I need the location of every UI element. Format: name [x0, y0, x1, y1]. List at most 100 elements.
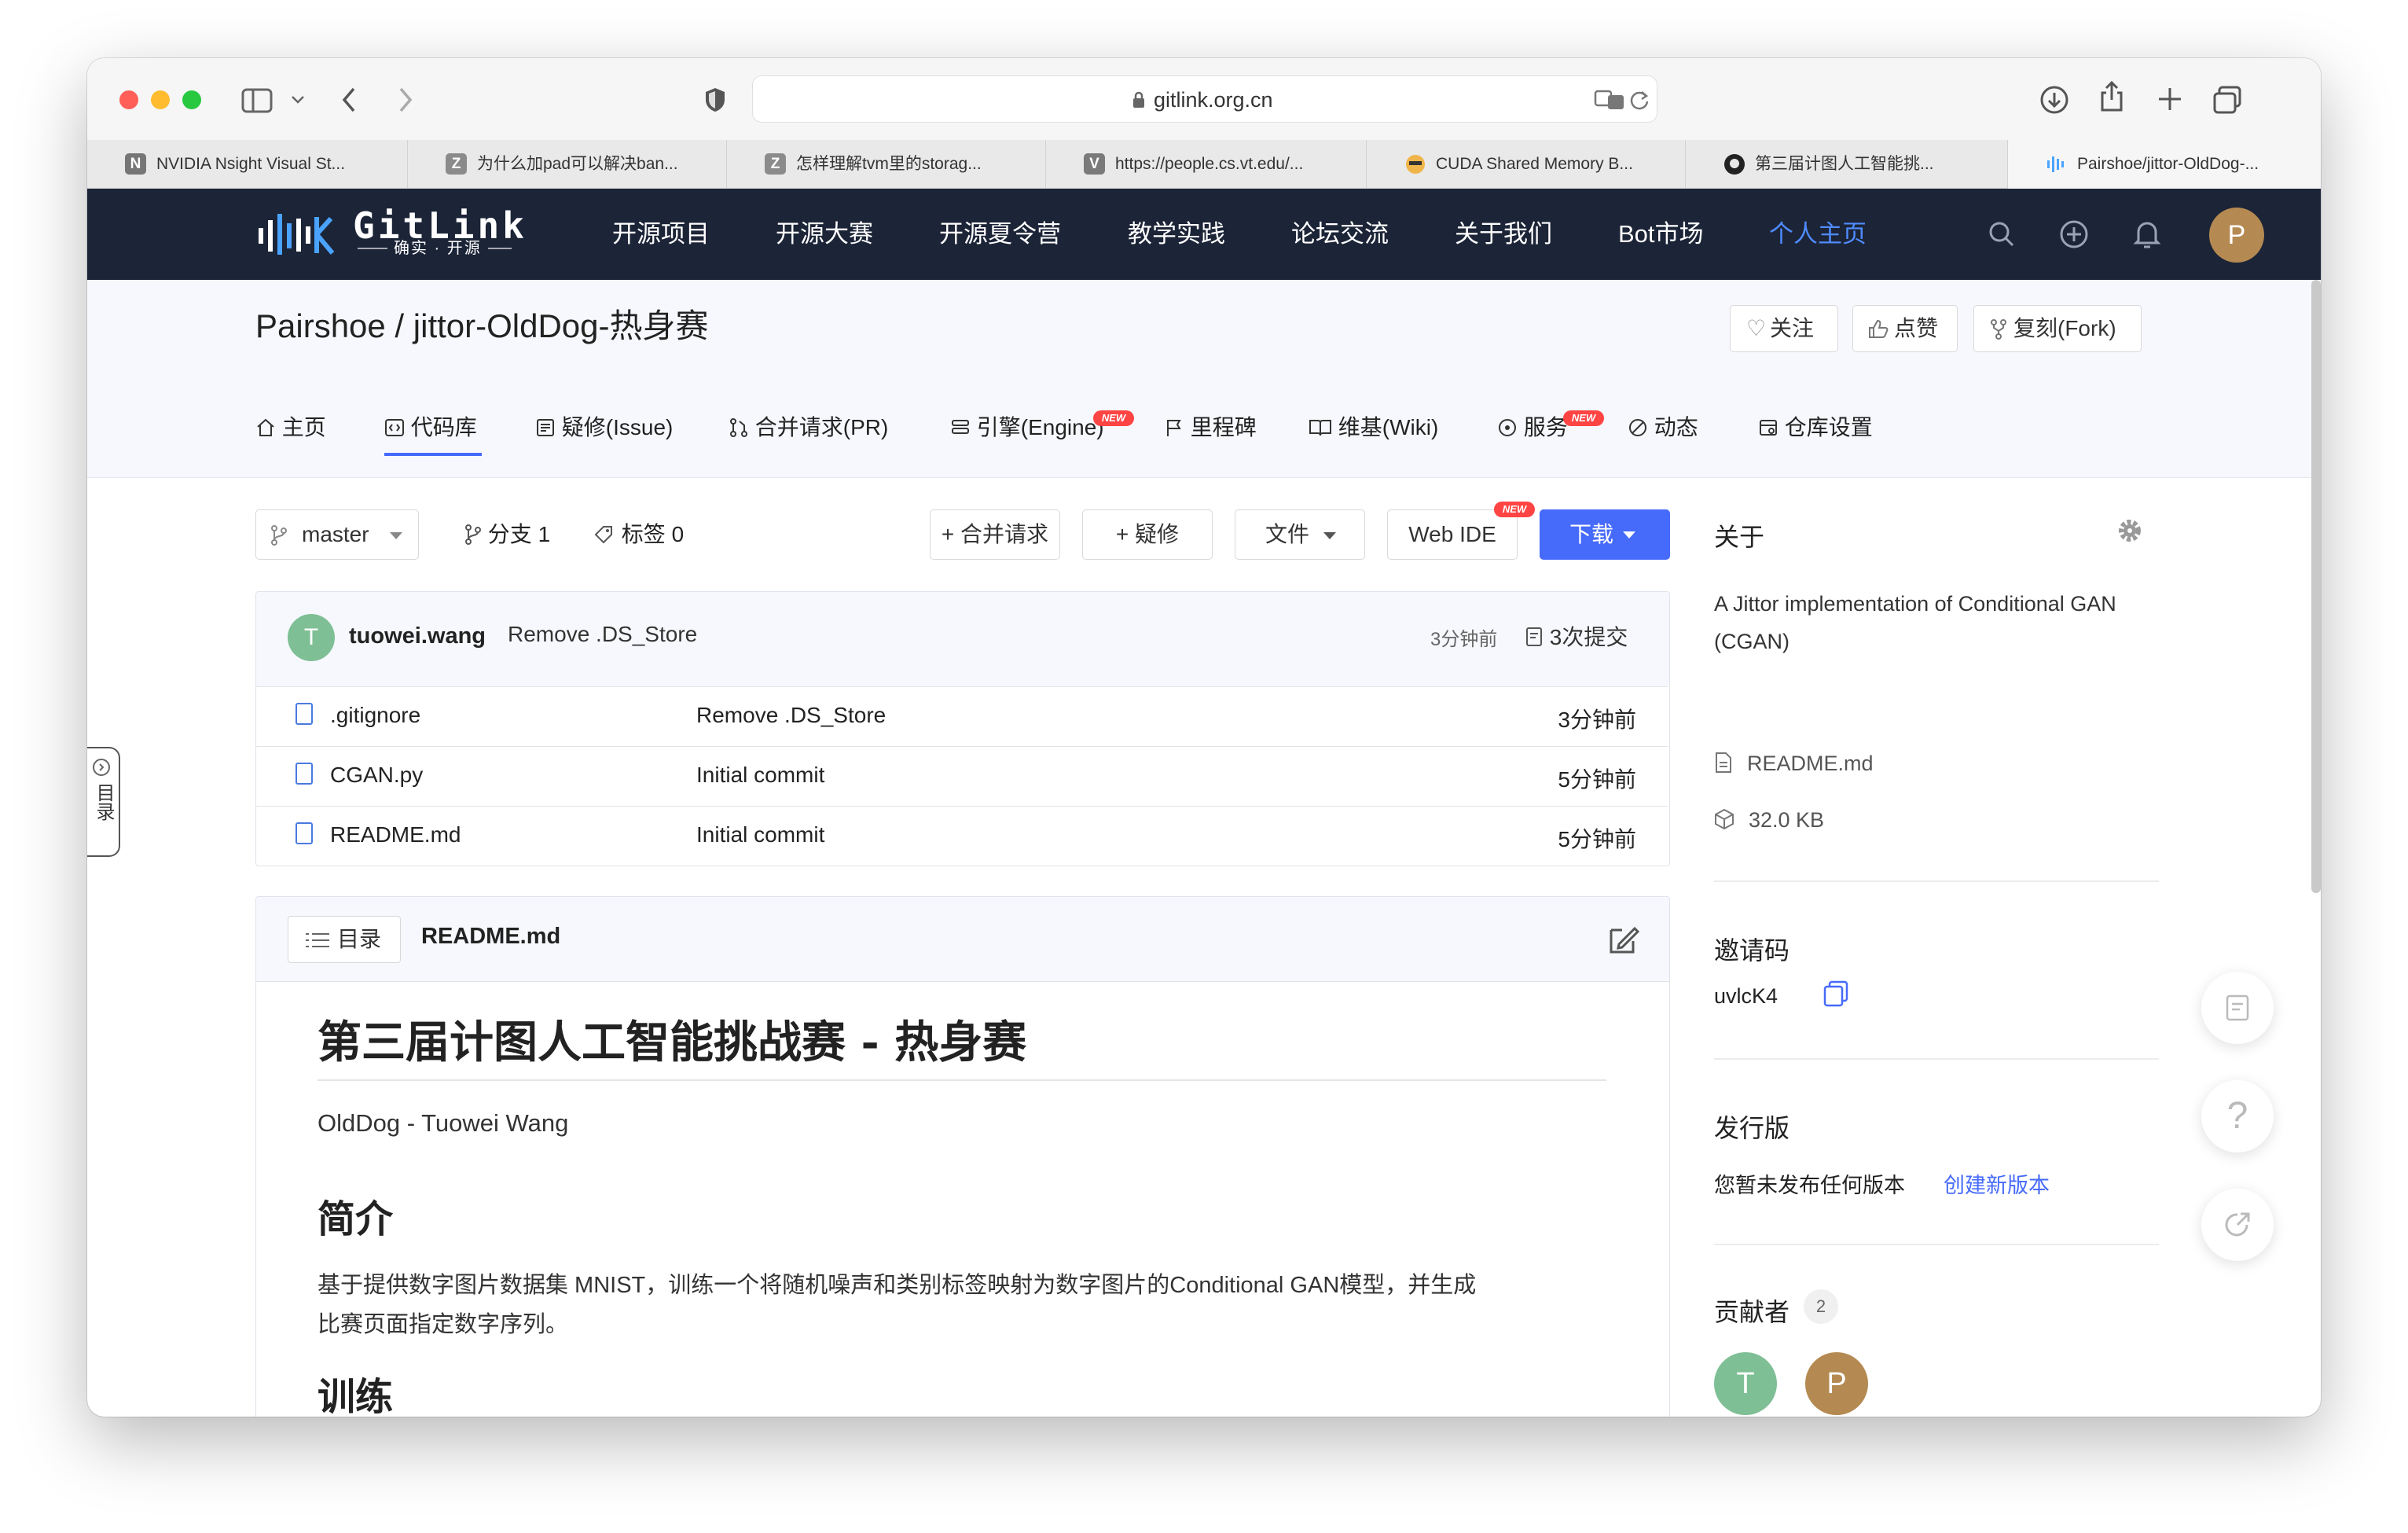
- tab-title: Pairshoe/jittor-OldDog-...: [2077, 155, 2259, 173]
- tab-title: https://people.cs.vt.edu/...: [1115, 155, 1304, 173]
- tags-link[interactable]: 标签 0: [593, 520, 684, 549]
- tab-milestones[interactable]: 里程碑: [1164, 414, 1257, 442]
- gitlink-logo-icon[interactable]: [255, 211, 342, 258]
- fork-button[interactable]: 复刻(Fork): [1973, 305, 2142, 352]
- branches-count: 1: [538, 522, 551, 546]
- readme-link[interactable]: README.md: [1714, 752, 1874, 776]
- commit-author[interactable]: tuowei.wang: [349, 623, 486, 649]
- nav-item-active[interactable]: 个人主页: [1769, 219, 1867, 250]
- repo-size-value: 32.0 KB: [1749, 808, 1825, 832]
- tab-code[interactable]: 代码库: [384, 414, 477, 442]
- branches-link[interactable]: 分支 1: [464, 520, 550, 549]
- web-ide-button[interactable]: Web IDE: [1387, 509, 1518, 560]
- commit-count-link[interactable]: 3次提交: [1525, 620, 1628, 652]
- note-icon: [2226, 994, 2249, 1021]
- branch-icon: [271, 525, 287, 546]
- branch-selector[interactable]: master: [255, 509, 419, 560]
- contributor-avatar[interactable]: P: [1805, 1352, 1868, 1415]
- nav-item[interactable]: 教学实践: [1128, 219, 1225, 250]
- file-menu-button[interactable]: 文件: [1235, 509, 1365, 560]
- watch-button[interactable]: ♡ 关注: [1730, 305, 1838, 352]
- copy-icon[interactable]: [1823, 980, 1849, 1008]
- browser-tab[interactable]: V https://people.cs.vt.edu/...: [1046, 140, 1367, 189]
- tags-count: 0: [671, 522, 685, 546]
- browser-window: gitlink.org.cn N NVIDIA Nsight Visual St…: [87, 58, 2321, 1417]
- browser-tab[interactable]: Z 怎样理解tvm里的storag...: [727, 140, 1046, 189]
- tab-issues[interactable]: 疑修(Issue): [535, 414, 673, 442]
- nav-item[interactable]: Bot市场: [1618, 219, 1704, 250]
- toc-button[interactable]: 目录: [288, 916, 401, 963]
- book-icon: [1309, 420, 1331, 436]
- gear-icon[interactable]: [2116, 517, 2143, 544]
- tab-wiki[interactable]: 维基(Wiki): [1309, 414, 1438, 442]
- contributor-avatar[interactable]: T: [1714, 1352, 1777, 1415]
- browser-tab[interactable]: CUDA Shared Memory B...: [1367, 140, 1686, 189]
- browser-tab[interactable]: 第三届计图人工智能挑...: [1686, 140, 2008, 189]
- home-icon: [257, 418, 274, 436]
- nav-item[interactable]: 开源项目: [612, 219, 710, 250]
- share-icon[interactable]: [2099, 80, 2124, 113]
- user-avatar[interactable]: P: [2209, 208, 2264, 263]
- nav-item[interactable]: 开源夏令营: [939, 219, 1061, 250]
- privacy-shield-icon[interactable]: [703, 86, 727, 113]
- downloads-icon[interactable]: [2039, 85, 2069, 115]
- nav-item[interactable]: 关于我们: [1455, 219, 1552, 250]
- file-row[interactable]: README.md Initial commit 5分钟前: [256, 806, 1668, 866]
- close-window-button[interactable]: [119, 90, 138, 109]
- file-name[interactable]: CGAN.py: [330, 763, 423, 788]
- edit-icon[interactable]: [1608, 924, 1639, 955]
- forward-icon[interactable]: [397, 86, 414, 113]
- page-scrollbar[interactable]: [2311, 280, 2321, 893]
- file-list: T tuowei.wang Remove .DS_Store 3分钟前 3次提交…: [255, 591, 1670, 866]
- tab-pull-requests[interactable]: 合并请求(PR): [729, 414, 888, 442]
- left-toc-tab[interactable]: 目录: [87, 747, 120, 857]
- external-link-icon: [2225, 1212, 2250, 1237]
- star-button[interactable]: 点赞: [1852, 305, 1958, 352]
- create-release-link[interactable]: 创建新版本: [1944, 1168, 2050, 1199]
- file-row[interactable]: CGAN.py Initial commit 5分钟前: [256, 746, 1668, 806]
- tab-overview-icon[interactable]: [2212, 85, 2242, 115]
- repo-owner[interactable]: Pairshoe: [255, 307, 386, 344]
- new-pull-request-button[interactable]: + 合并请求: [930, 509, 1060, 560]
- commit-message[interactable]: Remove .DS_Store: [508, 622, 697, 647]
- nav-item[interactable]: 论坛交流: [1291, 219, 1389, 250]
- file-commit-message[interactable]: Remove .DS_Store: [696, 703, 886, 728]
- search-icon[interactable]: [1988, 220, 2016, 248]
- file-commit-message[interactable]: Initial commit: [696, 822, 824, 847]
- file-name[interactable]: README.md: [330, 822, 461, 847]
- sidebar-toggle-icon[interactable]: [241, 88, 273, 113]
- tab-repo-settings[interactable]: 仓库设置: [1758, 414, 1873, 442]
- new-issue-button[interactable]: + 疑修: [1082, 509, 1213, 560]
- question-icon: ?: [2226, 1095, 2248, 1137]
- new-tab-icon[interactable]: [2157, 86, 2182, 112]
- file-commit-message[interactable]: Initial commit: [696, 763, 824, 788]
- reload-icon[interactable]: [1628, 89, 1650, 111]
- file-name[interactable]: .gitignore: [330, 703, 420, 728]
- minimize-window-button[interactable]: [151, 90, 170, 109]
- translate-icon[interactable]: [1594, 89, 1625, 111]
- logo-subtitle: 确实 · 开源: [387, 239, 488, 258]
- file-row[interactable]: .gitignore Remove .DS_Store 3分钟前: [256, 686, 1668, 746]
- bell-icon[interactable]: [2134, 219, 2160, 250]
- help-button[interactable]: ?: [2201, 1080, 2274, 1153]
- download-button[interactable]: 下载: [1540, 509, 1670, 560]
- tab-activity[interactable]: 动态: [1628, 414, 1698, 442]
- description-line: A Jittor implementation of Conditional G…: [1714, 592, 2116, 616]
- browser-tab-active[interactable]: Pairshoe/jittor-OldDog-...: [2008, 140, 2321, 189]
- site-header: GitLink 确实 · 开源 开源项目 开源大赛 开源夏令营 教学实践 论坛交…: [87, 189, 2321, 280]
- repo-name[interactable]: jittor-OldDog-热身赛: [413, 307, 709, 344]
- tab-engine[interactable]: 引擎(Engine): [950, 414, 1104, 442]
- nav-item[interactable]: 开源大赛: [776, 219, 873, 250]
- maximize-window-button[interactable]: [182, 90, 201, 109]
- back-icon[interactable]: [340, 86, 358, 113]
- tab-services[interactable]: 服务: [1497, 414, 1568, 442]
- chevron-down-icon[interactable]: [290, 94, 306, 105]
- browser-tab[interactable]: Z 为什么加pad可以解决ban...: [408, 140, 727, 189]
- address-bar[interactable]: gitlink.org.cn: [752, 75, 1657, 123]
- share-page-button[interactable]: [2201, 1189, 2274, 1261]
- browser-tab[interactable]: N NVIDIA Nsight Visual St...: [87, 140, 408, 189]
- add-circle-icon[interactable]: [2058, 219, 2090, 250]
- tab-home[interactable]: 主页: [255, 414, 326, 442]
- commit-author-avatar[interactable]: T: [288, 614, 335, 661]
- feedback-button[interactable]: [2201, 972, 2274, 1044]
